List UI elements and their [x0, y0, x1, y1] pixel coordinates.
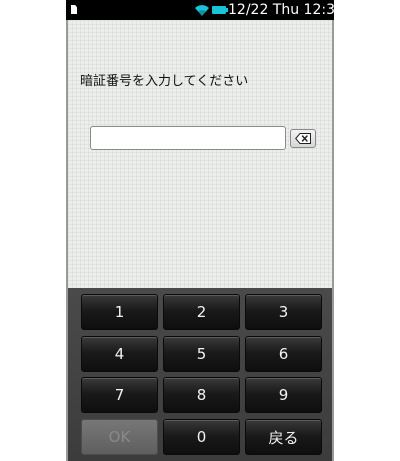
key-0[interactable]: 0 [163, 419, 240, 455]
pin-prompt: 暗証番号を入力してください [80, 74, 249, 89]
key-1[interactable]: 1 [81, 294, 158, 330]
status-bar: 12/22 Thu 12:34 [66, 0, 334, 20]
sd-card-icon [71, 5, 77, 14]
numeric-keypad: 1 2 3 4 5 6 7 8 9 OK 0 戻る [66, 288, 334, 461]
key-9[interactable]: 9 [245, 377, 322, 413]
pin-input[interactable] [90, 126, 286, 150]
backspace-icon [295, 133, 311, 144]
key-6[interactable]: 6 [245, 336, 322, 372]
key-4[interactable]: 4 [81, 336, 158, 372]
phone-screen: 12/22 Thu 12:34 暗証番号を入力してください 1 2 3 4 5 … [66, 0, 334, 461]
key-2[interactable]: 2 [163, 294, 240, 330]
wifi-icon [195, 5, 209, 16]
back-button[interactable]: 戻る [245, 419, 322, 455]
backspace-button[interactable] [290, 129, 316, 148]
battery-icon [212, 6, 228, 14]
key-3[interactable]: 3 [245, 294, 322, 330]
status-datetime: 12/22 Thu 12:34 [228, 2, 334, 18]
ok-button[interactable]: OK [81, 419, 158, 455]
pin-entry-panel: 暗証番号を入力してください [66, 20, 334, 288]
key-5[interactable]: 5 [163, 336, 240, 372]
key-7[interactable]: 7 [81, 377, 158, 413]
key-8[interactable]: 8 [163, 377, 240, 413]
